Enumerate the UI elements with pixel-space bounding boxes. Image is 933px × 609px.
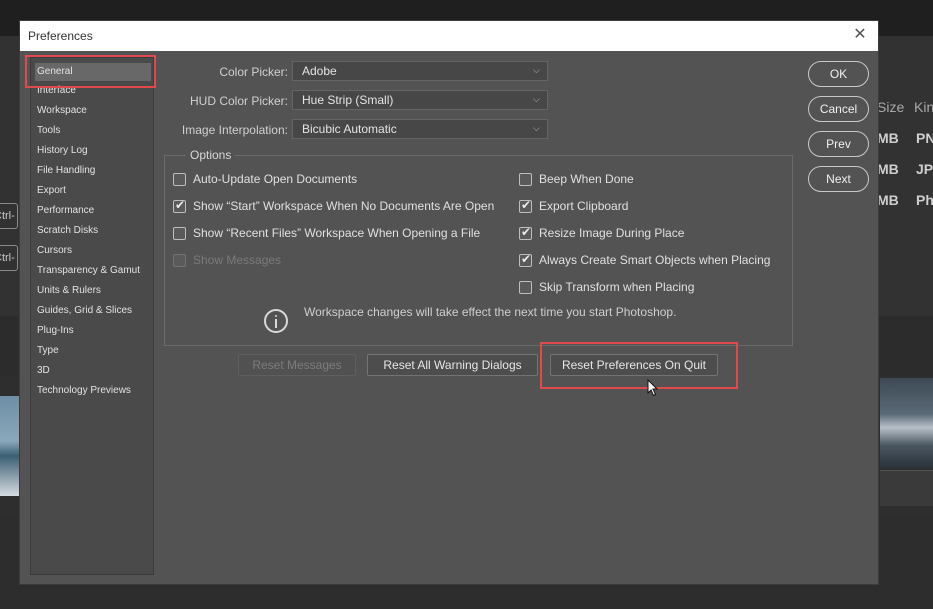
checkbox-box[interactable]: ✔ — [519, 252, 532, 267]
hud-color-picker-value: Hue Strip (Small) — [302, 93, 394, 107]
recent-file-thumbnail[interactable] — [0, 396, 20, 496]
file-size-cell: MB — [877, 192, 899, 208]
sidebar-item-scratch-disks[interactable]: Scratch Disks — [35, 222, 151, 240]
sidebar-item-plug-ins[interactable]: Plug-Ins — [35, 322, 151, 340]
dialog-titlebar[interactable]: Preferences ✕ — [20, 21, 878, 51]
image-interpolation-select[interactable]: Bicubic Automatic ⌵ — [292, 119, 548, 139]
checkbox-label: Always Create Smart Objects when Placing — [539, 253, 771, 267]
workspace-info-text: Workspace changes will take effect the n… — [304, 305, 677, 319]
dialog-title: Preferences — [28, 29, 93, 43]
checkmark-icon: ✔ — [521, 198, 532, 212]
checkmark-icon: ✔ — [521, 252, 532, 266]
checkbox-box — [173, 254, 186, 267]
sidebar-item-history-log[interactable]: History Log — [35, 142, 151, 160]
checkbox-box[interactable]: ✔ — [519, 198, 532, 213]
preferences-dialog: Preferences ✕ General Interface Workspac… — [19, 20, 879, 585]
sidebar-item-units-rulers[interactable]: Units & Rulers — [35, 282, 151, 300]
sidebar-item-export[interactable]: Export — [35, 182, 151, 200]
recent-file-thumbnail[interactable] — [880, 378, 933, 468]
file-kind-cell: JPE — [916, 161, 933, 177]
checkbox-label: Resize Image During Place — [539, 226, 685, 240]
checkmark-icon: ✔ — [521, 225, 532, 239]
sidebar-item-technology-previews[interactable]: Technology Previews — [35, 382, 151, 400]
color-picker-label: Color Picker: — [219, 65, 288, 79]
sidebar-item-type[interactable]: Type — [35, 342, 151, 360]
highlight-box-general — [25, 55, 156, 88]
shortcut-badge: Ctrl- — [0, 203, 18, 229]
prev-button[interactable]: Prev — [808, 131, 869, 157]
kind-column-header[interactable]: Kin — [914, 99, 933, 115]
sidebar-item-performance[interactable]: Performance — [35, 202, 151, 220]
info-icon — [264, 309, 288, 333]
close-icon[interactable]: ✕ — [852, 27, 868, 43]
sidebar-item-file-handling[interactable]: File Handling — [35, 162, 151, 180]
image-interpolation-label: Image Interpolation: — [181, 123, 288, 137]
sidebar-item-workspace[interactable]: Workspace — [35, 102, 151, 120]
image-interpolation-value: Bicubic Automatic — [302, 122, 397, 136]
recent-file-thumbnail[interactable] — [880, 470, 933, 506]
reset-all-warning-dialogs-button[interactable]: Reset All Warning Dialogs — [367, 354, 538, 376]
hud-color-picker-select[interactable]: Hue Strip (Small) ⌵ — [292, 90, 548, 110]
chevron-down-icon: ⌵ — [533, 65, 540, 75]
checkbox-label: Export Clipboard — [539, 199, 629, 213]
chevron-down-icon: ⌵ — [533, 123, 540, 133]
checkbox-label: Auto-Update Open Documents — [193, 172, 358, 186]
checkbox-box[interactable]: ✔ — [173, 198, 186, 213]
options-group-label: Options — [186, 148, 236, 162]
ok-button[interactable]: OK — [808, 61, 869, 87]
sidebar-item-tools[interactable]: Tools — [35, 122, 151, 140]
file-kind-cell: PN — [916, 130, 933, 146]
sidebar-item-cursors[interactable]: Cursors — [35, 242, 151, 260]
checkbox-label: Skip Transform when Placing — [539, 280, 695, 294]
checkmark-icon: ✔ — [175, 198, 186, 212]
next-button[interactable]: Next — [808, 166, 869, 192]
color-picker-value: Adobe — [302, 64, 337, 78]
checkbox-box[interactable] — [173, 227, 186, 240]
checkbox-label: Show Messages — [193, 253, 282, 267]
reset-messages-button: Reset Messages — [238, 354, 356, 376]
size-column-header[interactable]: Size — [877, 99, 904, 115]
checkbox-label: Show “Recent Files” Workspace When Openi… — [193, 226, 481, 240]
cancel-button[interactable]: Cancel — [808, 96, 869, 122]
shortcut-badge: Ctrl- — [0, 245, 18, 271]
checkbox-label: Beep When Done — [539, 172, 634, 186]
sidebar-item-transparency[interactable]: Transparency & Gamut — [35, 262, 151, 280]
sidebar-item-3d[interactable]: 3D — [35, 362, 151, 380]
checkbox-box[interactable] — [173, 173, 186, 186]
file-size-cell: MB — [877, 130, 899, 146]
preferences-sidebar: General Interface Workspace Tools Histor… — [30, 57, 154, 575]
checkbox-box[interactable] — [519, 281, 532, 294]
color-picker-select[interactable]: Adobe ⌵ — [292, 61, 548, 81]
file-size-cell: MB — [877, 161, 899, 177]
highlight-box-reset-preferences — [540, 342, 738, 389]
checkbox-label: Show “Start” Workspace When No Documents… — [193, 199, 495, 213]
chevron-down-icon: ⌵ — [533, 94, 540, 104]
mouse-cursor-icon — [647, 379, 659, 397]
sidebar-item-guides-grid[interactable]: Guides, Grid & Slices — [35, 302, 151, 320]
file-kind-cell: Ph — [916, 192, 933, 208]
checkbox-box[interactable]: ✔ — [519, 225, 532, 240]
checkbox-box[interactable] — [519, 173, 532, 186]
hud-color-picker-label: HUD Color Picker: — [189, 94, 288, 108]
